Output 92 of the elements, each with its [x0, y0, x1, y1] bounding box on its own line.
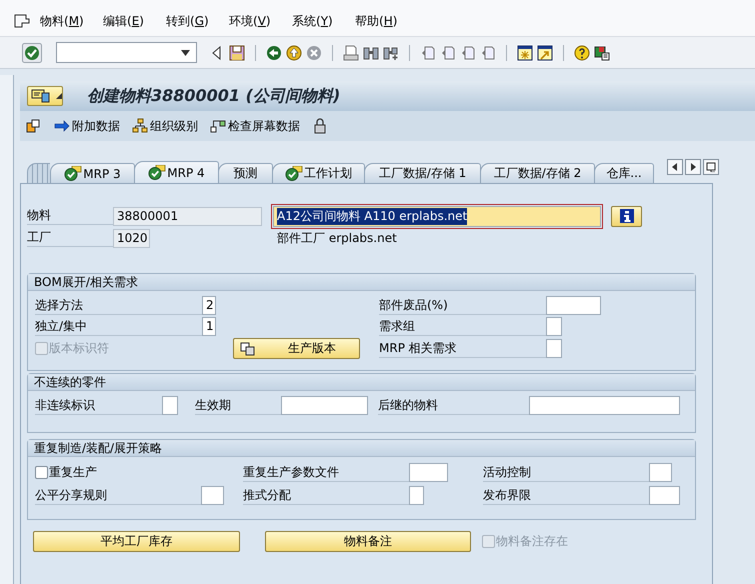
group-title: 不连续的零件	[28, 374, 695, 391]
lock-icon[interactable]	[312, 118, 328, 134]
menu-item[interactable]: 编辑(E)	[103, 13, 166, 30]
field-label: 重复生产参数文件	[243, 464, 409, 482]
corner-arrow-icon	[56, 93, 62, 99]
hierarchy-icon[interactable]	[132, 118, 148, 134]
menu-item[interactable]: 环境(V)	[229, 13, 292, 30]
input-field[interactable]: 1	[202, 317, 216, 336]
checkbox[interactable]	[35, 466, 48, 479]
tab[interactable]: 工厂数据/存储 2	[480, 163, 595, 183]
enter-button[interactable]	[22, 42, 42, 62]
screen-menu-button[interactable]	[27, 86, 63, 106]
checkbox-label: 重复生产	[49, 464, 97, 481]
field-label: 需求组	[379, 318, 546, 336]
input-field[interactable]	[201, 486, 224, 505]
field-label: 发布界限	[483, 486, 649, 504]
menu-item[interactable]: 系统(Y)	[292, 13, 355, 30]
group-title: 重复制造/装配/展开策略	[28, 440, 695, 457]
description-field[interactable]: A12公司间物料 A110 erplabs.net	[273, 206, 601, 226]
input-field[interactable]	[546, 296, 601, 315]
input-field[interactable]	[409, 486, 424, 505]
input-field: 1020	[113, 228, 150, 248]
tick-icon	[148, 165, 166, 180]
layout-icon[interactable]	[594, 44, 610, 60]
next-page-icon[interactable]	[460, 44, 476, 60]
input-field[interactable]	[409, 463, 448, 482]
field-label: 公平分享规则	[35, 486, 201, 504]
shortcut-icon[interactable]	[537, 44, 553, 60]
copy-icon	[240, 342, 256, 356]
field-label: 活动控制	[483, 464, 649, 482]
tab[interactable]: 工厂数据/存储 1	[364, 163, 481, 183]
save-icon[interactable]	[229, 44, 245, 60]
tab-list-button[interactable]	[703, 159, 719, 175]
info-button[interactable]	[611, 206, 642, 226]
last-page-icon[interactable]	[480, 44, 496, 60]
checkbox-label: 物料备注存在	[496, 533, 568, 550]
back-icon[interactable]	[266, 44, 282, 60]
right-triangle-icon	[690, 163, 696, 171]
input-field[interactable]	[649, 486, 680, 505]
input-field[interactable]: 2	[202, 296, 216, 315]
list-icon	[706, 162, 716, 172]
left-triangle-icon	[672, 163, 678, 171]
first-page-icon[interactable]	[420, 44, 436, 60]
scroll-left-button[interactable]	[667, 159, 683, 175]
new-window-icon[interactable]	[517, 44, 533, 60]
input-field[interactable]	[162, 396, 178, 415]
tab[interactable]: MRP 4	[134, 161, 219, 183]
production-versions-button[interactable]: 生产版本	[233, 338, 360, 359]
tick-icon	[285, 166, 303, 181]
menu-item[interactable]: 帮助(H)	[355, 13, 418, 30]
note-icon	[31, 89, 51, 103]
binoculars-icon[interactable]	[363, 44, 379, 60]
tab[interactable]: 仓库...	[594, 163, 654, 183]
cancel-icon[interactable]	[306, 44, 322, 60]
plant-stock-button[interactable]: 平均工厂库存	[33, 531, 240, 552]
field-label: 选择方法	[35, 296, 202, 314]
selected-text: A12公司间物料 A110 erplabs.net	[277, 208, 468, 224]
input-field[interactable]	[649, 463, 672, 482]
menu-item[interactable]: 转到(G)	[166, 13, 229, 30]
window-menu-icon[interactable]	[14, 14, 30, 28]
input-field: 38800001	[113, 206, 262, 226]
input-field[interactable]	[281, 396, 368, 415]
binoculars-plus-icon[interactable]	[383, 44, 399, 60]
tab[interactable]: MRP 3	[50, 163, 135, 183]
toolbar-button[interactable]: 附加数据	[54, 118, 120, 134]
arrow-icon[interactable]	[54, 118, 70, 134]
previous-page-icon[interactable]	[440, 44, 456, 60]
tab[interactable]: 预测	[218, 163, 273, 183]
info-icon	[620, 209, 634, 223]
field-label: MRP 相关需求	[379, 340, 546, 358]
command-field[interactable]	[56, 42, 197, 63]
toolbar-button[interactable]: 检查屏幕数据	[210, 118, 300, 134]
field-label: 部件废品(%)	[379, 296, 546, 314]
toolbar-button[interactable]: 组织级别	[132, 118, 198, 134]
input-field[interactable]	[529, 396, 680, 415]
help-icon[interactable]	[574, 44, 590, 60]
group-title: BOM展开/相关需求	[28, 274, 695, 291]
checkbox-label: 版本标识符	[49, 340, 109, 357]
menu-item[interactable]: 物料(M)	[40, 13, 103, 30]
scroll-right-button[interactable]	[685, 159, 701, 175]
field-label: 独立/集中	[35, 318, 202, 336]
tab[interactable]: 工作计划	[272, 163, 365, 183]
input-field[interactable]	[546, 339, 562, 358]
connector-icon[interactable]	[210, 118, 226, 134]
material-memo-button[interactable]: 物料备注	[265, 531, 471, 552]
dropdown-arrow-icon[interactable]	[181, 50, 190, 56]
tick-icon	[64, 166, 82, 181]
field-label: 推式分配	[243, 486, 409, 504]
plant-description: 部件工厂 erplabs.net	[277, 230, 397, 246]
print-icon[interactable]	[343, 44, 359, 60]
screen-title: 创建物料38800001 (公司间物料)	[87, 86, 340, 106]
input-field[interactable]	[546, 317, 562, 336]
